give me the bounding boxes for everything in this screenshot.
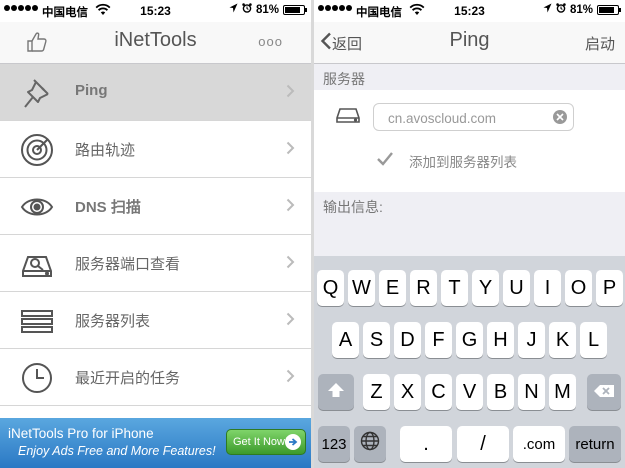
clear-icon[interactable]: [553, 110, 567, 124]
hard-drive-icon: [336, 107, 360, 128]
status-bar: 中国电信 15:23 81%: [314, 0, 625, 22]
key-l[interactable]: L: [580, 322, 607, 358]
ping-screen: 中国电信 15:23 81% 返回 Ping 启动 服务器 cn.avosclo…: [314, 0, 625, 468]
menu-item-label: 最近开启的任务: [75, 370, 181, 387]
menu-item-dns-scan[interactable]: DNS 扫描: [0, 178, 311, 235]
key-e[interactable]: E: [379, 270, 406, 306]
chevron-right-icon: [286, 198, 295, 217]
key-t[interactable]: T: [441, 270, 468, 306]
delete-backspace-icon: [593, 381, 615, 404]
nav-title: Ping: [449, 29, 490, 51]
return-key[interactable]: return: [569, 426, 621, 462]
keyboard: QWERTYUIOP ASDFGHJKL ZXCVBNM 123 . / .co…: [314, 256, 625, 468]
alarm-icon: [556, 3, 566, 16]
menu-item-label: 服务器端口查看: [75, 256, 181, 273]
eye-icon: [20, 190, 54, 224]
menu-item-ping[interactable]: Ping: [0, 64, 311, 121]
key-u[interactable]: U: [503, 270, 530, 306]
output-section-header: 输出信息:: [314, 192, 625, 218]
checkmark-icon[interactable]: [376, 150, 394, 168]
key-w[interactable]: W: [348, 270, 375, 306]
add-to-list-row[interactable]: 添加到服务器列表: [314, 146, 625, 176]
section-title: 输出信息:: [323, 199, 383, 215]
host-input[interactable]: [374, 104, 560, 132]
chevron-right-icon: [286, 369, 295, 388]
key-h[interactable]: H: [487, 322, 514, 358]
delete-key[interactable]: [587, 374, 621, 410]
chevron-right-icon: [286, 141, 295, 160]
start-button[interactable]: 启动: [585, 33, 615, 54]
more-dots-icon[interactable]: ooo: [258, 34, 283, 49]
menu-item-traceroute[interactable]: 路由轨迹: [0, 121, 311, 178]
globe-icon: [360, 431, 380, 457]
menu-item-recent-tasks[interactable]: 最近开启的任务: [0, 349, 311, 406]
numbers-key[interactable]: 123: [318, 426, 350, 462]
shift-arrow-icon: [327, 381, 345, 404]
section-title: 服务器: [323, 71, 365, 87]
get-it-now-label: Get It Now!: [233, 436, 289, 448]
server-section-header: 服务器: [314, 64, 625, 90]
shift-key[interactable]: [318, 374, 354, 410]
battery-percent: 81%: [569, 3, 593, 16]
main-menu-screen: 中国电信 15:23 81% iNetTools ooo Ping 路由轨迹 D…: [0, 0, 311, 468]
menu-item-label: 路由轨迹: [75, 142, 136, 159]
ad-tagline: Enjoy Ads Free and More Features!: [18, 444, 216, 458]
menu-item-port-scan[interactable]: 服务器端口查看: [0, 235, 311, 292]
menu-item-server-list[interactable]: 服务器列表: [0, 292, 311, 349]
key-n[interactable]: N: [518, 374, 545, 410]
key-d[interactable]: D: [394, 322, 421, 358]
key-a[interactable]: A: [332, 322, 359, 358]
chevron-right-icon: [286, 312, 295, 331]
clock-icon: [20, 361, 54, 395]
nav-bar: iNetTools ooo: [0, 22, 311, 64]
radar-icon: [20, 133, 54, 167]
add-to-list-label: 添加到服务器列表: [409, 155, 517, 170]
key-f[interactable]: F: [425, 322, 452, 358]
menu-item-label: DNS 扫描: [75, 199, 141, 216]
key-s[interactable]: S: [363, 322, 390, 358]
key-i[interactable]: I: [534, 270, 561, 306]
key-y[interactable]: Y: [472, 270, 499, 306]
key-q[interactable]: Q: [317, 270, 344, 306]
ad-headline: iNetTools Pro for iPhone: [8, 426, 154, 441]
period-key[interactable]: .: [400, 426, 452, 462]
ad-banner[interactable]: iNetTools Pro for iPhone Enjoy Ads Free …: [0, 418, 311, 468]
alarm-icon: [242, 3, 252, 16]
battery-percent: 81%: [255, 3, 279, 16]
key-x[interactable]: X: [394, 374, 421, 410]
key-o[interactable]: O: [565, 270, 592, 306]
arrow-right-icon: [285, 434, 301, 450]
key-c[interactable]: C: [425, 374, 452, 410]
globe-key[interactable]: [354, 426, 386, 462]
status-bar: 中国电信 15:23 81%: [0, 0, 311, 22]
host-row: [314, 90, 625, 146]
key-k[interactable]: K: [549, 322, 576, 358]
battery-icon: [597, 4, 621, 15]
key-v[interactable]: V: [456, 374, 483, 410]
chevron-right-icon: [286, 84, 295, 103]
output-area: [314, 218, 625, 256]
key-b[interactable]: B: [487, 374, 514, 410]
key-g[interactable]: G: [456, 322, 483, 358]
slash-key[interactable]: /: [457, 426, 509, 462]
list-lines-icon: [20, 304, 54, 338]
key-p[interactable]: P: [596, 270, 623, 306]
pushpin-icon: [20, 76, 54, 110]
menu-item-label: 服务器列表: [75, 313, 151, 330]
host-field[interactable]: [373, 103, 574, 132]
chevron-right-icon: [286, 255, 295, 274]
port-scan-icon: [20, 247, 54, 281]
location-arrow-icon: [229, 3, 238, 16]
get-it-now-button[interactable]: Get It Now!: [226, 429, 306, 455]
tools-menu-list: Ping 路由轨迹 DNS 扫描 服务器端口查看 服务器列表 最近开启的任务: [0, 64, 311, 406]
key-m[interactable]: M: [549, 374, 576, 410]
key-r[interactable]: R: [410, 270, 437, 306]
battery-icon: [283, 4, 307, 15]
menu-item-label: Ping: [75, 82, 108, 99]
nav-bar: 返回 Ping 启动: [314, 22, 625, 64]
key-j[interactable]: J: [518, 322, 545, 358]
dotcom-key[interactable]: .com: [513, 426, 565, 462]
key-z[interactable]: Z: [363, 374, 390, 410]
location-arrow-icon: [543, 3, 552, 16]
